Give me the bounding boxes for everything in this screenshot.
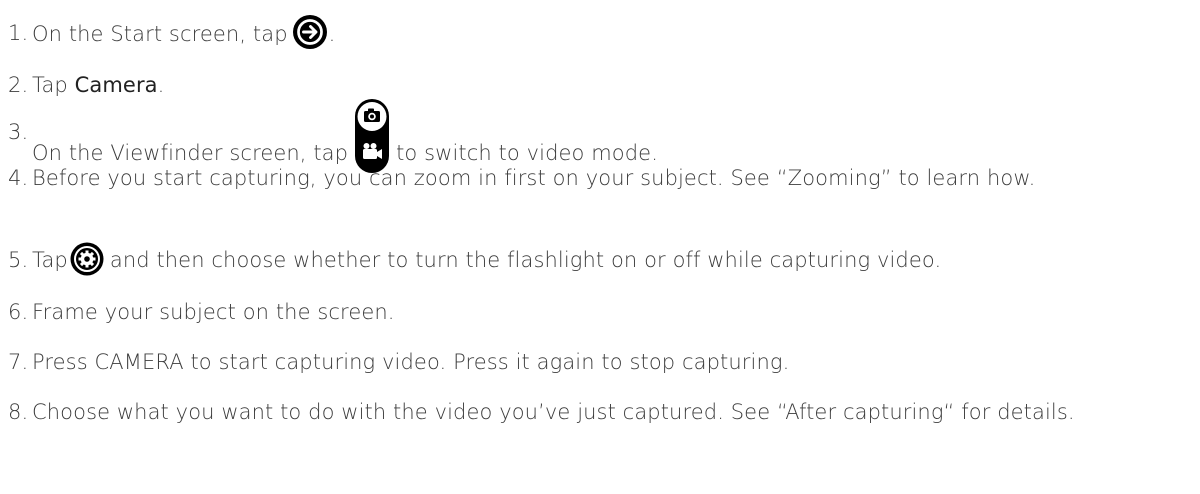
step-number: 4. [8, 166, 29, 190]
step-number: 8. [8, 400, 29, 424]
step-number: 5. [8, 248, 29, 272]
step-text: Before you start capturing, you can zoom… [32, 166, 1036, 190]
step-text-after: . [328, 22, 336, 46]
step-text: Tap Camera. [32, 69, 1174, 101]
step-number: 3. [8, 120, 29, 144]
step-6: 6. Frame your subject on the screen. [8, 296, 1174, 328]
step-text: Tap and then choose whether to turn the … [32, 242, 1174, 278]
step-number: 1. [8, 21, 29, 45]
arrow-right-circle-icon [292, 14, 328, 50]
step-4: 4. Before you start capturing, you can z… [8, 162, 1174, 194]
step-text-before: Tap [32, 248, 68, 272]
step-number: 7. [8, 350, 29, 374]
step-1: 1. On the Start screen, tap . [8, 14, 1174, 53]
step-7: 7. Press CAMERA to start capturing video… [8, 346, 1174, 378]
step-text: Press CAMERA to start capturing video. P… [32, 350, 790, 374]
step-text-after: . [157, 73, 165, 97]
settings-gear-icon [70, 242, 104, 276]
step-text: On the Start screen, tap . [32, 14, 1174, 53]
step-2: 2. Tap Camera. [8, 69, 1174, 101]
step-text-before: On the Start screen, tap [32, 22, 288, 46]
step-number: 6. [8, 300, 29, 324]
step-text-after: and then choose whether to turn the flas… [109, 248, 942, 272]
step-text-before: Tap [32, 73, 75, 97]
step-text: Frame your subject on the screen. [32, 300, 395, 324]
camera-app-name: Camera [74, 73, 158, 97]
step-8: 8. Choose what you want to do with the v… [8, 396, 1174, 428]
step-text: Choose what you want to do with the vide… [32, 400, 1075, 424]
step-number: 2. [8, 73, 29, 97]
step-5: 5. Tap and then choose whether to turn t… [8, 242, 1174, 278]
